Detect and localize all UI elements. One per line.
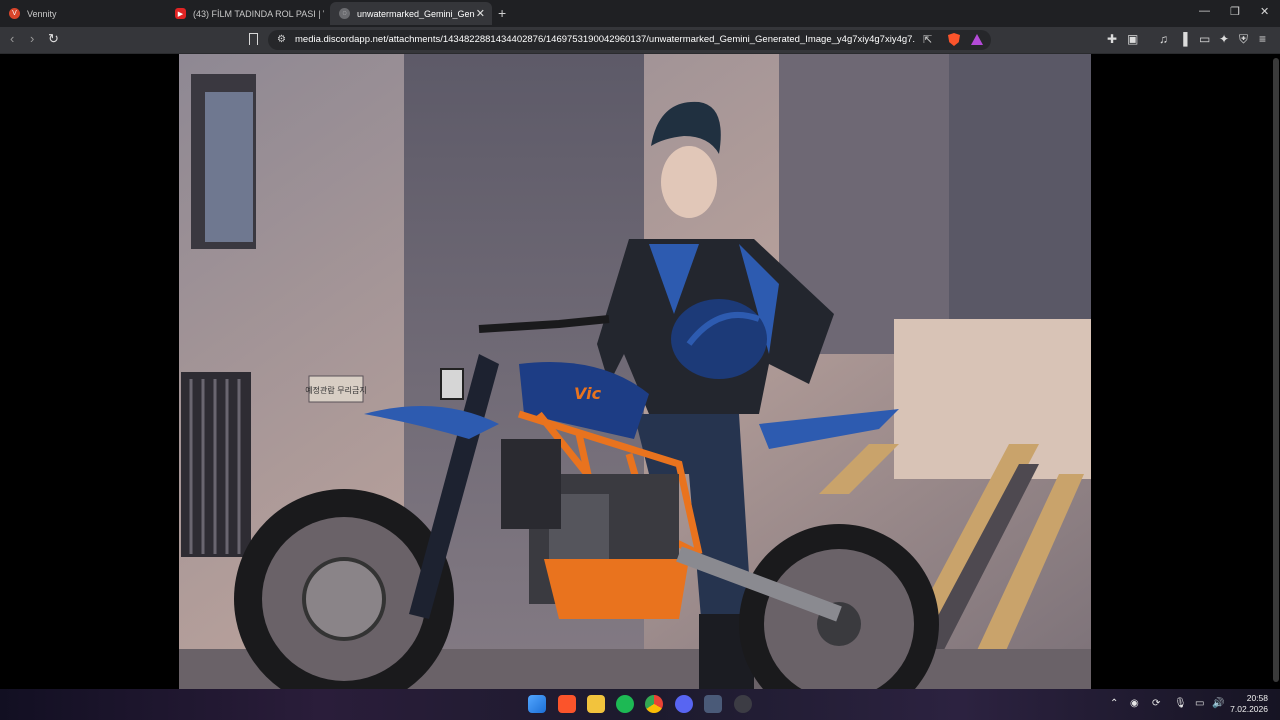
vennity-favicon-icon: V <box>9 8 20 19</box>
site-info-icon[interactable]: ⚙ <box>277 34 286 45</box>
helmet <box>671 299 767 379</box>
discord-icon[interactable] <box>675 695 693 713</box>
brave-taskbar-icon[interactable] <box>558 695 576 713</box>
sidebar-icon[interactable]: ▐ <box>1179 33 1188 45</box>
youtube-favicon-icon: ▶ <box>175 8 186 19</box>
forward-icon[interactable]: › <box>30 32 34 46</box>
close-window-icon[interactable]: ✕ <box>1260 5 1269 18</box>
mic-tray-icon[interactable]: 🎙 <box>1174 698 1187 709</box>
tray-overflow-icon[interactable]: ⌃ <box>1110 698 1118 709</box>
network-tray-icon[interactable]: ▭ <box>1195 698 1204 709</box>
brave-rewards-icon[interactable] <box>971 34 983 45</box>
extensions-icon[interactable]: ✚ <box>1107 33 1117 45</box>
tab-strip: V Vennity ▶ (43) FİLM TADINDA ROL PASI |… <box>0 0 1280 27</box>
discord-tray-icon[interactable]: ◉ <box>1130 698 1139 709</box>
bike-badge: Vic <box>574 384 602 403</box>
sync-tray-icon[interactable]: ⟳ <box>1152 698 1160 709</box>
spotify-icon[interactable] <box>616 695 634 713</box>
clock-date: 7.02.2026 <box>1230 704 1268 714</box>
browser-toolbar: ‹ › ↻ ⚙ media.discordapp.net/attachments… <box>0 27 1280 54</box>
vertical-scrollbar[interactable] <box>1273 58 1279 682</box>
tab-vennity[interactable]: V Vennity <box>0 2 168 25</box>
chrome-icon[interactable] <box>645 695 663 713</box>
vpn-icon[interactable]: ⛨ <box>1239 33 1248 45</box>
volume-tray-icon[interactable]: 🔊 <box>1212 698 1224 709</box>
menu-icon[interactable]: ≡ <box>1259 33 1266 45</box>
address-bar[interactable]: ⚙ media.discordapp.net/attachments/14348… <box>268 30 991 50</box>
tab-title: unwatermarked_Gemini_Generat <box>357 8 475 19</box>
lit-wall <box>894 319 1091 479</box>
windows-taskbar: ⌃ ◉ ⟳ 🎙 ▭ 🔊 20:58 7.02.2026 <box>0 689 1280 720</box>
back-icon[interactable]: ‹ <box>10 32 14 46</box>
screenshot-icon[interactable]: ▣ <box>1127 33 1138 45</box>
bookmark-icon[interactable] <box>249 33 258 45</box>
share-icon[interactable]: ⇱ <box>923 33 932 46</box>
tab-youtube[interactable]: ▶ (43) FİLM TADINDA ROL PASI | Vic Ha <box>166 2 324 25</box>
tab-title: Vennity <box>27 8 57 19</box>
clock-time: 20:58 <box>1246 693 1268 703</box>
wallet-icon[interactable]: ▭ <box>1199 33 1210 45</box>
globe-favicon-icon: ◌ <box>339 8 350 19</box>
wall-dark-panel <box>949 54 1091 324</box>
restore-icon[interactable]: ❐ <box>1230 5 1240 18</box>
close-tab-icon[interactable]: ✕ <box>476 7 485 20</box>
headlight <box>440 368 464 400</box>
media-icon[interactable]: ♫ <box>1159 33 1168 45</box>
steam-icon[interactable] <box>704 695 722 713</box>
reload-icon[interactable]: ↻ <box>48 32 59 46</box>
skid-plate <box>544 559 689 619</box>
brave-shields-icon[interactable] <box>948 33 960 46</box>
url-text[interactable]: media.discordapp.net/attachments/1434822… <box>295 34 915 45</box>
leo-ai-icon[interactable]: ✦ <box>1219 33 1229 45</box>
displayed-image[interactable]: 예정관람 무리금지 Vic <box>179 54 1091 689</box>
taskbar-clock[interactable]: 20:58 7.02.2026 <box>1230 693 1268 715</box>
app-icon[interactable] <box>734 695 752 713</box>
new-tab-button[interactable]: + <box>498 6 506 20</box>
wall-sign-text: 예정관람 무리금지 <box>305 385 366 395</box>
tab-title: (43) FİLM TADINDA ROL PASI | Vic Ha <box>193 8 324 19</box>
file-explorer-icon[interactable] <box>587 695 605 713</box>
start-button-icon[interactable] <box>528 695 546 713</box>
minimize-icon[interactable]: — <box>1199 5 1210 17</box>
tab-image-active[interactable]: ◌ unwatermarked_Gemini_Generat ✕ <box>330 2 492 25</box>
radiator <box>501 439 561 529</box>
rider-face <box>661 146 717 218</box>
